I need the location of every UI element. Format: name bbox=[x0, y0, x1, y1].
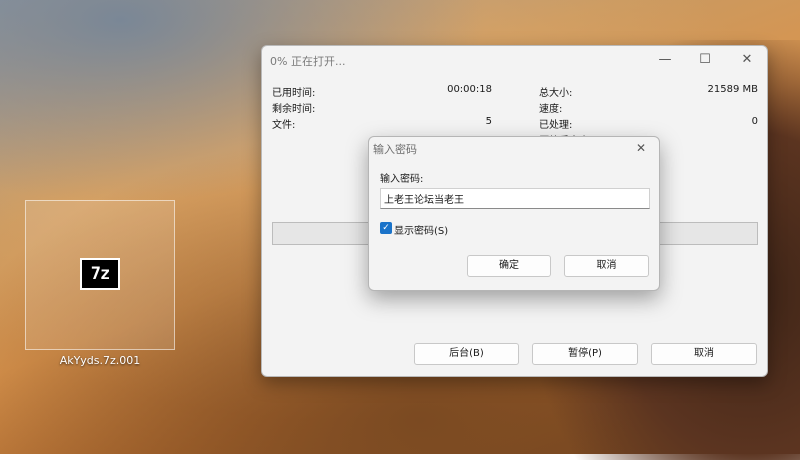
remaining-time-label: 剩余时间: bbox=[272, 104, 316, 115]
background-button[interactable]: 后台(B) bbox=[414, 343, 519, 365]
total-size-label: 总大小: bbox=[539, 88, 573, 99]
window-titlebar[interactable]: 0% 正在打开... — ☐ ✕ bbox=[262, 46, 767, 74]
password-dialog: 输入密码 ✕ 输入密码: ✓ 显示密码(S) 确定 取消 bbox=[368, 136, 660, 291]
elapsed-time-label: 已用时间: bbox=[272, 88, 316, 99]
file-name-label[interactable]: AkYyds.7z.001 bbox=[25, 354, 175, 367]
processed-value: 0 bbox=[751, 116, 758, 127]
files-label: 文件: bbox=[272, 120, 296, 131]
window-title: 0% 正在打开... bbox=[270, 55, 346, 68]
password-label: 输入密码: bbox=[380, 174, 424, 185]
minimize-button[interactable]: — bbox=[645, 46, 685, 74]
show-password-label[interactable]: 显示密码(S) bbox=[394, 222, 448, 237]
password-dialog-title: 输入密码 bbox=[373, 143, 417, 156]
ok-button[interactable]: 确定 bbox=[467, 255, 551, 277]
elapsed-time-value: 00:00:18 bbox=[447, 84, 492, 95]
total-size-value: 21589 MB bbox=[707, 84, 758, 95]
7z-archive-icon[interactable]: 7z bbox=[80, 258, 120, 290]
cancel-button[interactable]: 取消 bbox=[564, 255, 649, 277]
files-value: 5 bbox=[485, 116, 492, 127]
password-dialog-close-icon[interactable]: ✕ bbox=[627, 137, 655, 159]
password-input[interactable] bbox=[380, 188, 650, 209]
show-password-checkbox[interactable]: ✓ bbox=[380, 222, 392, 234]
maximize-button[interactable]: ☐ bbox=[685, 46, 725, 74]
7z-icon-text: 7z bbox=[90, 264, 111, 284]
close-button[interactable]: ✕ bbox=[727, 46, 767, 74]
pause-button[interactable]: 暂停(P) bbox=[532, 343, 638, 365]
processed-label: 已处理: bbox=[539, 120, 573, 131]
cancel-extract-button[interactable]: 取消 bbox=[651, 343, 757, 365]
speed-label: 速度: bbox=[539, 104, 563, 115]
